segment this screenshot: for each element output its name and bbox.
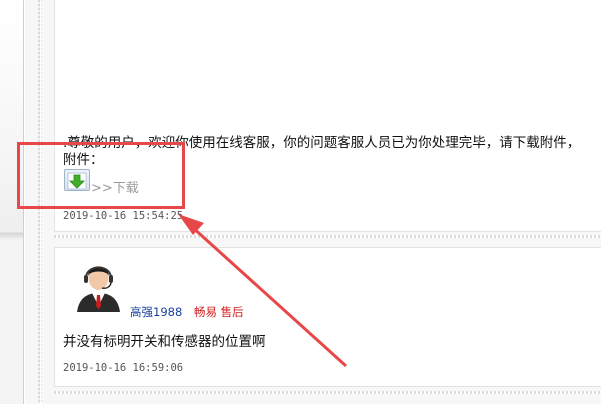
message-divider-2 — [54, 391, 601, 394]
message-timestamp-2: 2019-10-16 16:59:06 — [63, 362, 184, 374]
message-divider — [54, 235, 601, 238]
role-label: 畅易 售后 — [194, 305, 244, 319]
avatar-graphic — [73, 256, 124, 312]
username-link[interactable]: 高强1988 — [130, 304, 182, 320]
message-timestamp: 2019-10-16 15:54:25 — [63, 210, 184, 222]
message-text: 并没有标明开关和传感器的位置啊 — [63, 334, 266, 350]
customer-service-agent-avatar — [73, 256, 124, 312]
highlight-box — [17, 142, 185, 209]
